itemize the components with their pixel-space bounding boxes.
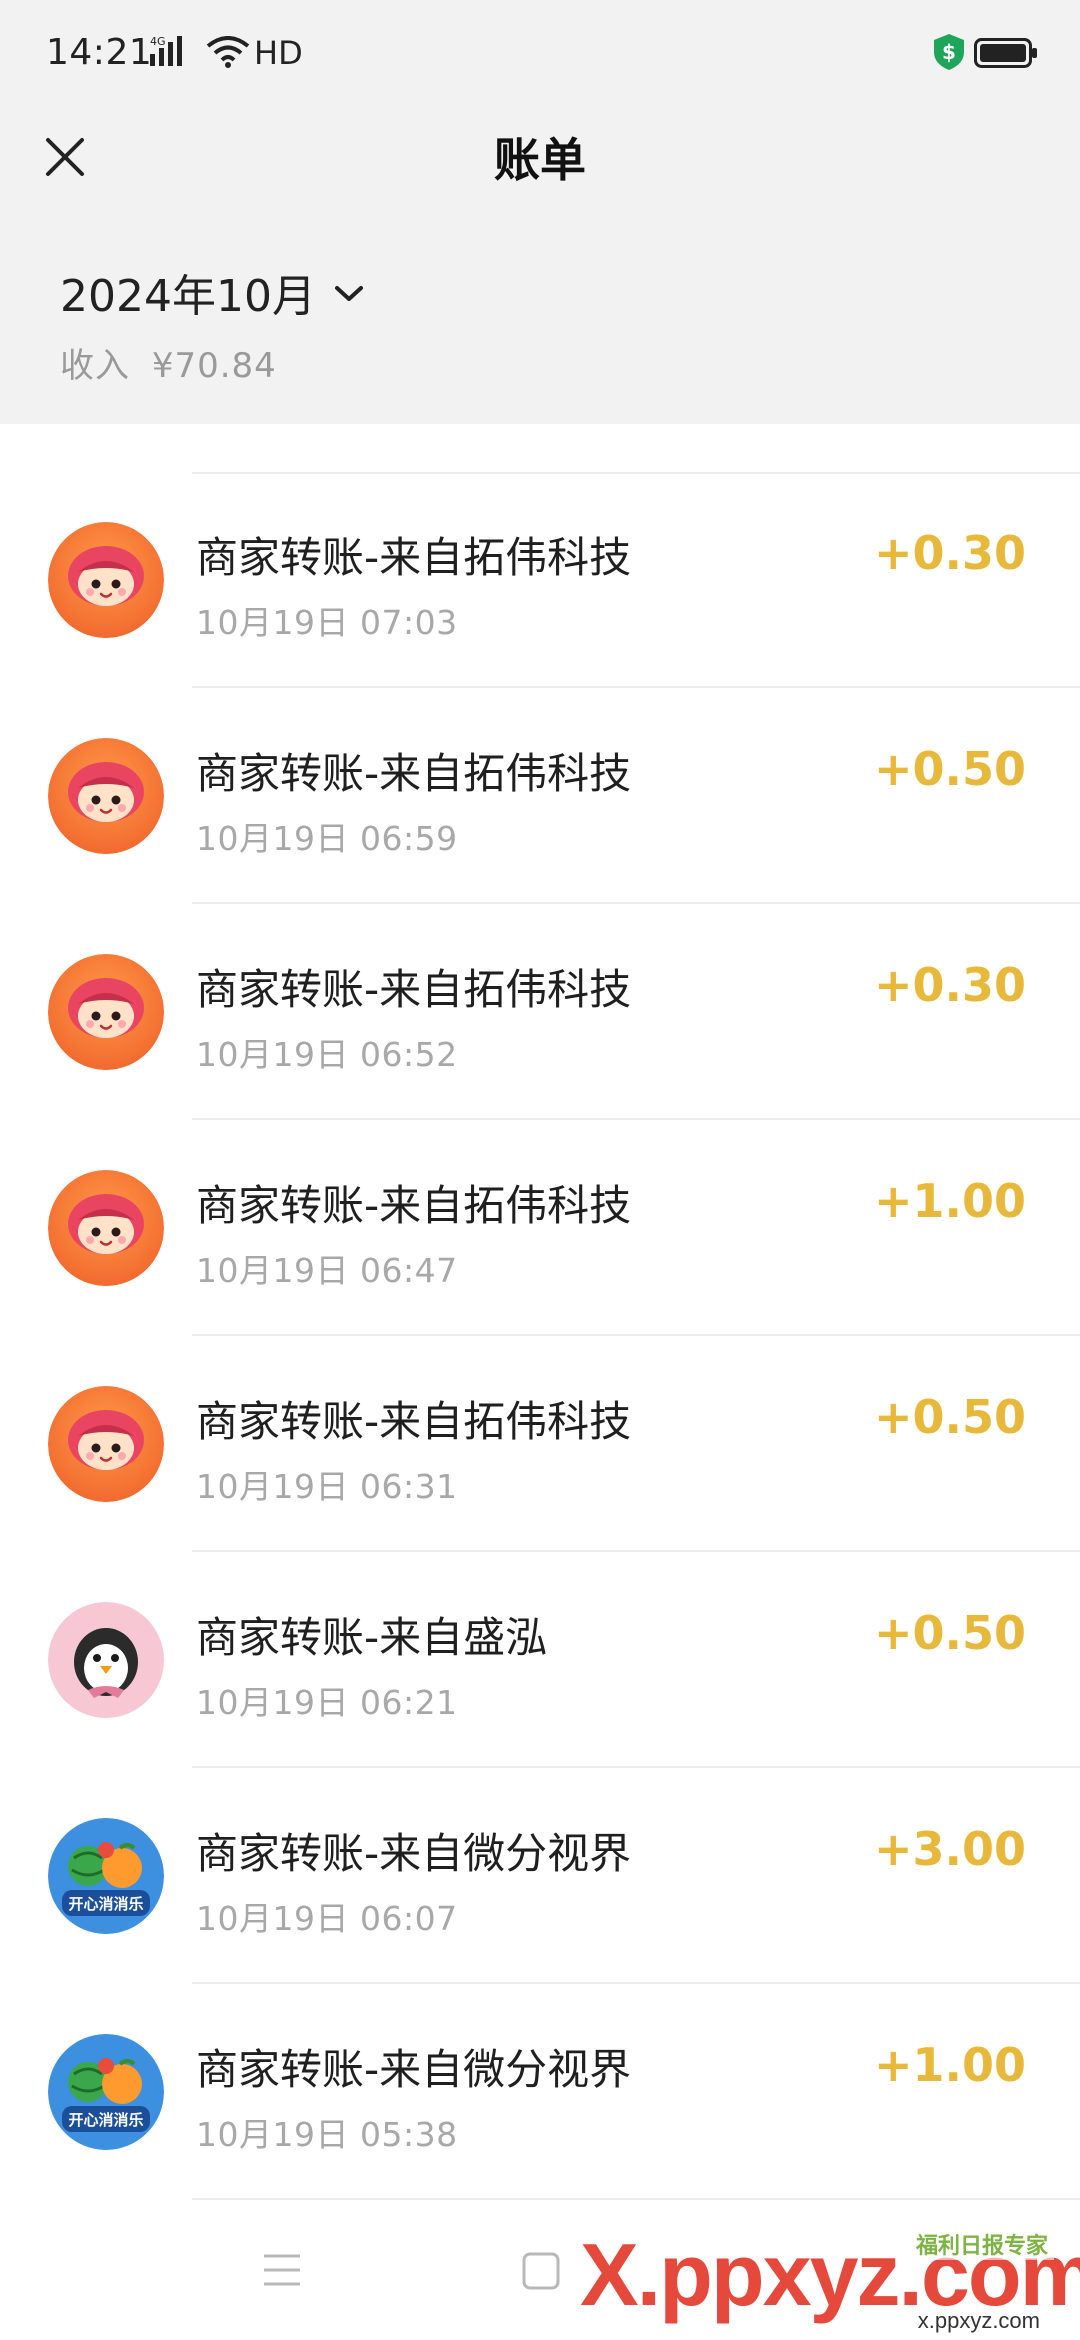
transaction-amount: +0.50 bbox=[873, 1390, 1026, 1444]
transaction-title: 商家转账-来自微分视界 bbox=[196, 1829, 632, 1878]
transaction-row[interactable]: 商家转账-来自拓伟科技 10月19日 06:31 +0.50 bbox=[0, 1336, 1080, 1552]
transaction-time: 10月19日 06:31 bbox=[196, 1467, 458, 1506]
merchant-avatar bbox=[48, 522, 164, 638]
security-shield-icon: $ bbox=[932, 32, 966, 76]
cartoon-girl-avatar-icon bbox=[48, 954, 164, 1070]
income-label: 收入 bbox=[60, 346, 130, 386]
avatar-label: 开心消消乐 bbox=[68, 1895, 143, 1913]
transaction-time: 10月19日 06:21 bbox=[196, 1683, 458, 1722]
month-label: 2024年10月 bbox=[60, 271, 316, 322]
bill-page: 14:21 4G HD $ 账单 2024年10月 收入 ¥70.84 商家转账… bbox=[0, 0, 1080, 2340]
chevron-down-icon bbox=[334, 286, 363, 301]
transaction-title: 商家转账-来自微分视界 bbox=[196, 2045, 632, 2094]
merchant-avatar bbox=[48, 738, 164, 854]
page-title: 账单 bbox=[494, 133, 586, 187]
transaction-amount: +1.00 bbox=[873, 2038, 1026, 2092]
transaction-time: 10月19日 06:59 bbox=[196, 819, 458, 858]
transaction-amount: +1.00 bbox=[873, 1174, 1026, 1228]
transaction-row[interactable]: 商家转账-来自拓伟科技 10月19日 06:59 +0.50 bbox=[0, 688, 1080, 904]
transaction-title: 商家转账-来自拓伟科技 bbox=[196, 1397, 632, 1446]
merchant-avatar bbox=[48, 1602, 164, 1718]
transaction-title: 商家转账-来自盛泓 bbox=[196, 1613, 548, 1662]
network-type-label: 4G bbox=[150, 35, 166, 48]
income-summary: 收入 ¥70.84 bbox=[60, 338, 277, 387]
hd-indicator: HD bbox=[254, 34, 303, 72]
watermark: X.ppxyz.com 福利日报专家 x.ppxyz.com bbox=[580, 2224, 1080, 2334]
cartoon-girl-avatar-icon bbox=[48, 522, 164, 638]
merchant-avatar bbox=[48, 1386, 164, 1502]
transaction-amount: +0.50 bbox=[873, 742, 1026, 796]
transaction-time: 10月19日 07:03 bbox=[196, 603, 458, 642]
transaction-amount: +3.00 bbox=[873, 1822, 1026, 1876]
transaction-title: 商家转账-来自拓伟科技 bbox=[196, 965, 632, 1014]
svg-text:$: $ bbox=[942, 40, 956, 64]
transaction-amount: +0.30 bbox=[873, 958, 1026, 1012]
transaction-time: 10月19日 06:47 bbox=[196, 1251, 458, 1290]
transaction-title: 商家转账-来自拓伟科技 bbox=[196, 749, 632, 798]
transaction-row[interactable]: 开心消消乐 商家转账-来自微分视界 10月19日 06:07 +3.00 bbox=[0, 1768, 1080, 1984]
cellular-signal-icon: 4G bbox=[150, 34, 198, 72]
home-square-icon[interactable] bbox=[522, 2252, 560, 2294]
fruit-game-avatar-icon: 开心消消乐 bbox=[48, 2034, 164, 2150]
menu-icon[interactable] bbox=[262, 2252, 302, 2292]
battery-icon bbox=[974, 38, 1038, 72]
transaction-time: 10月19日 06:52 bbox=[196, 1035, 458, 1074]
month-header: 2024年10月 收入 ¥70.84 bbox=[0, 214, 1080, 424]
transaction-amount: +0.50 bbox=[873, 1606, 1026, 1660]
avatar-label: 开心消消乐 bbox=[68, 2111, 143, 2129]
merchant-avatar: 开心消消乐 bbox=[48, 2034, 164, 2150]
transaction-row[interactable]: 商家转账-来自拓伟科技 10月19日 06:47 +1.00 bbox=[0, 1120, 1080, 1336]
transaction-row[interactable]: 商家转账-来自拓伟科技 10月19日 06:52 +0.30 bbox=[0, 904, 1080, 1120]
merchant-avatar: 开心消消乐 bbox=[48, 1818, 164, 1934]
transaction-row[interactable]: 商家转账-来自拓伟科技 10月19日 07:03 +0.30 bbox=[0, 472, 1080, 688]
transaction-row[interactable]: 开心消消乐 商家转账-来自微分视界 10月19日 05:38 +1.00 bbox=[0, 1984, 1080, 2200]
wifi-icon bbox=[206, 36, 250, 72]
merchant-avatar bbox=[48, 1170, 164, 1286]
transaction-title: 商家转账-来自拓伟科技 bbox=[196, 1181, 632, 1230]
status-bar: 14:21 4G HD $ bbox=[0, 0, 1080, 100]
transaction-time: 10月19日 05:38 bbox=[196, 2115, 458, 2154]
merchant-avatar bbox=[48, 954, 164, 1070]
nav-bar: 账单 bbox=[0, 100, 1080, 214]
penguin-avatar-icon bbox=[48, 1602, 164, 1718]
income-value: ¥70.84 bbox=[151, 346, 277, 386]
cartoon-girl-avatar-icon bbox=[48, 1386, 164, 1502]
fruit-game-avatar-icon: 开心消消乐 bbox=[48, 1818, 164, 1934]
transaction-list: 商家转账-来自拓伟科技 10月19日 07:03 +0.30 商家转账-来自拓伟… bbox=[0, 472, 1080, 2200]
month-selector[interactable]: 2024年10月 bbox=[60, 262, 364, 322]
watermark-url: x.ppxyz.com bbox=[917, 2308, 1040, 2333]
watermark-sub: 福利日报专家 bbox=[909, 2228, 1054, 2260]
cartoon-girl-avatar-icon bbox=[48, 738, 164, 854]
cartoon-girl-avatar-icon bbox=[48, 1170, 164, 1286]
transaction-time: 10月19日 06:07 bbox=[196, 1899, 458, 1938]
transaction-title: 商家转账-来自拓伟科技 bbox=[196, 533, 632, 582]
transaction-amount: +0.30 bbox=[873, 526, 1026, 580]
transaction-row[interactable]: 商家转账-来自盛泓 10月19日 06:21 +0.50 bbox=[0, 1552, 1080, 1768]
status-time: 14:21 bbox=[46, 32, 153, 73]
